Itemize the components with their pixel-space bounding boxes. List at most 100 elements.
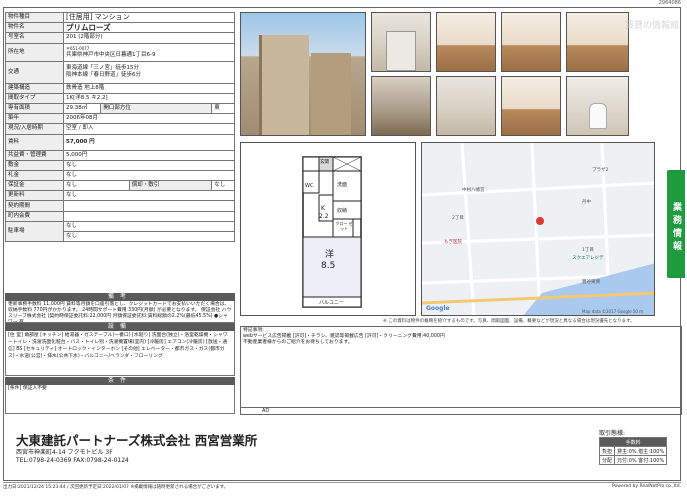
spec-label: 現況/入居時期 — [5, 123, 64, 135]
contract-period — [63, 200, 235, 212]
spec-label: 更新料 — [5, 190, 64, 202]
company-address: 西宮市神楽町4-14 フクモトビル 3F — [16, 449, 113, 456]
spec-type: [住居用] マンション — [63, 11, 235, 24]
business-info-tab[interactable]: 業務情報 — [667, 170, 685, 278]
spec-label: 築年 — [5, 113, 64, 125]
fee-header: 手数料 — [598, 437, 668, 447]
property-spec-table: 物件種目 [住居用] マンション 物件名 プリムローズ 号室名 201 (2階部分) … — [5, 11, 235, 243]
structure: 鉄骨造 地上8階 — [63, 82, 235, 94]
fee-value: 貸主:0% 借主:100% — [614, 446, 668, 456]
spec-label: 専有面積 — [5, 102, 64, 115]
building-photo[interactable] — [240, 12, 366, 136]
address: 〒651-0077 兵庫県神戸市中央区日暮通1丁目6-9 — [63, 42, 235, 62]
map-label: プラザ2 — [592, 168, 609, 173]
interior-photo[interactable] — [436, 12, 496, 72]
company-tel: TEL:0798-24-0369 FAX:0798-24-0124 — [16, 457, 129, 464]
interior-photo[interactable] — [371, 76, 431, 136]
traffic-line: 東海道線「三ノ宮」徒歩15分 — [66, 65, 139, 72]
interior-photo[interactable] — [501, 76, 561, 136]
interior-photo[interactable] — [501, 12, 561, 72]
kitchen-label: K — [321, 205, 325, 212]
map-disclaimer: ※ この資料は物件の概略を紹介するものです。写真、間取図面、設備、概要などが現況… — [383, 319, 635, 324]
fee-table: 手数料 負担 貸主:0% 借主:100% 分配 元付:0% 客付:100% — [598, 437, 668, 465]
wc-label: WC — [305, 183, 314, 189]
spec-label: 所在地 — [5, 42, 64, 62]
fee-label: 分配 — [598, 455, 616, 465]
watermark: 賃貸の情報館 — [625, 21, 680, 31]
map-label: 2丁目 — [452, 216, 464, 221]
footer: 出力日:2021/12/24 15:23:44 / 次回更新予定日:2022/0… — [3, 482, 681, 490]
conditions-header: 条件 — [5, 377, 235, 385]
property-name: プリムローズ — [63, 22, 235, 34]
town-fee — [63, 210, 235, 222]
guarantee: なし — [63, 180, 130, 192]
room-number: 201 (2階部分) — [63, 32, 235, 44]
spec-label: 交通 — [5, 60, 64, 84]
balcony-label: バルコニー — [319, 300, 344, 306]
rent-value: 57,000 円 — [63, 133, 235, 151]
deposit: なし — [63, 159, 235, 171]
document-id: 2964086 — [658, 0, 681, 6]
floor-plan[interactable]: 玄関 WC 洗面 K 2.2 収納 クロー ゼット 洋 8.5 バルコニー — [240, 142, 416, 316]
opening-direction: 東 — [211, 102, 235, 115]
address-zip: 〒651-0077 — [66, 46, 90, 52]
traffic-line: 阪神本線「春日野道」徒歩6分 — [66, 72, 142, 79]
equipment-header: 設備 — [5, 323, 235, 331]
map-label: スクエアレジデ — [572, 256, 604, 261]
fee-value: 元付:0% 客付:100% — [614, 455, 668, 465]
status: 空室 / 即入 — [63, 123, 235, 135]
built-year: 2006年08月 — [63, 113, 235, 125]
interior-photo[interactable] — [371, 12, 431, 72]
fee-label: 負担 — [598, 446, 616, 456]
room-label: 洋 — [325, 250, 335, 260]
map-label: 中村八幡宮 — [462, 188, 485, 193]
spec-label: 賃料 — [5, 133, 64, 151]
spec-label: 共益費・管理費 — [5, 149, 64, 161]
notes-line: 不動産業者様からのご紹介をお待ちしております。 — [243, 340, 353, 345]
entrance-label: 玄関 — [320, 160, 329, 165]
spec-label: 建築構造 — [5, 82, 64, 94]
equipment-text: [住 室] 角部屋 [キッチン] 給湯器・ガステーブル(一番口) [水廻り] 洗… — [5, 331, 235, 376]
remarks-header: 備考 — [5, 293, 235, 301]
map-label: 豊谷東側 — [582, 280, 600, 285]
parking: なし — [63, 220, 235, 233]
map-label: 丹中 — [582, 200, 591, 205]
spec-label: 保証金 — [5, 180, 64, 192]
spec-label: 契約期間 — [5, 200, 64, 212]
traffic: 東海道線「三ノ宮」徒歩15分 阪神本線「春日野道」徒歩6分 — [63, 60, 235, 84]
google-logo: Google — [426, 305, 450, 312]
address-value: 兵庫県神戸市中央区日暮通1丁目6-9 — [66, 52, 156, 59]
map-label: もぎ医院 — [444, 240, 462, 245]
company-name: 大東建託パートナーズ株式会社 西宮営業所 — [16, 433, 258, 448]
ad-bar: AD — [240, 407, 682, 415]
footer-date: 出力日:2021/12/24 15:23:44 / 次回更新予定日:2022/0… — [3, 485, 229, 490]
interior-photo[interactable] — [566, 12, 629, 72]
spec-label: 敷金 — [5, 159, 64, 171]
spec-label: 礼金 — [5, 169, 64, 182]
storage-label: 収納 — [337, 208, 348, 214]
footer-powered: Powered by RealNetPro co.,ltd. — [612, 484, 681, 489]
transaction-title: 取引態様: — [599, 430, 626, 437]
interior-photo[interactable] — [566, 76, 629, 136]
parking: なし — [63, 230, 235, 243]
layout-type: 1K[洋8.5 キ2.2] — [63, 92, 235, 104]
spec-label: 間取タイプ — [5, 92, 64, 104]
conditions-text: [条件] 保証人不要 — [5, 385, 235, 414]
closet-label: クロー ゼット — [335, 221, 353, 231]
spec-label: 駐車場 — [5, 220, 64, 243]
interior-photo[interactable] — [436, 76, 496, 136]
company-block: 大東建託パートナーズ株式会社 西宮営業所 西宮市神楽町4-14 フクモトビル 3… — [16, 430, 257, 465]
amortization: なし — [211, 180, 235, 192]
common-fee: 5,000円 — [63, 149, 235, 161]
floor-plan-drawing — [302, 156, 362, 308]
floor-area: 29.38㎡ — [62, 102, 102, 115]
kitchen-size: 2.2 — [319, 213, 329, 220]
map-roads — [422, 143, 654, 315]
special-notes: 特記事項: webサービス広告掲載 [許可]・チラシ、雑誌等掲載広告 [許可]・… — [240, 326, 682, 415]
spec-label: 町内会費 — [5, 210, 64, 222]
location-map[interactable]: 中村八幡宮 プラザ2 丹中 もぎ医院 1丁目 2丁目 スクエアレジデ 豊谷東側 … — [421, 142, 655, 316]
remarks-text: 更新事務手数料 11,000円 賃料等月額を口座引落とし、クレジットカードでお支… — [5, 301, 235, 323]
washroom-label: 洗面 — [337, 182, 348, 188]
spec-label: 号室名 — [5, 32, 64, 44]
map-label: 1丁目 — [582, 248, 594, 253]
